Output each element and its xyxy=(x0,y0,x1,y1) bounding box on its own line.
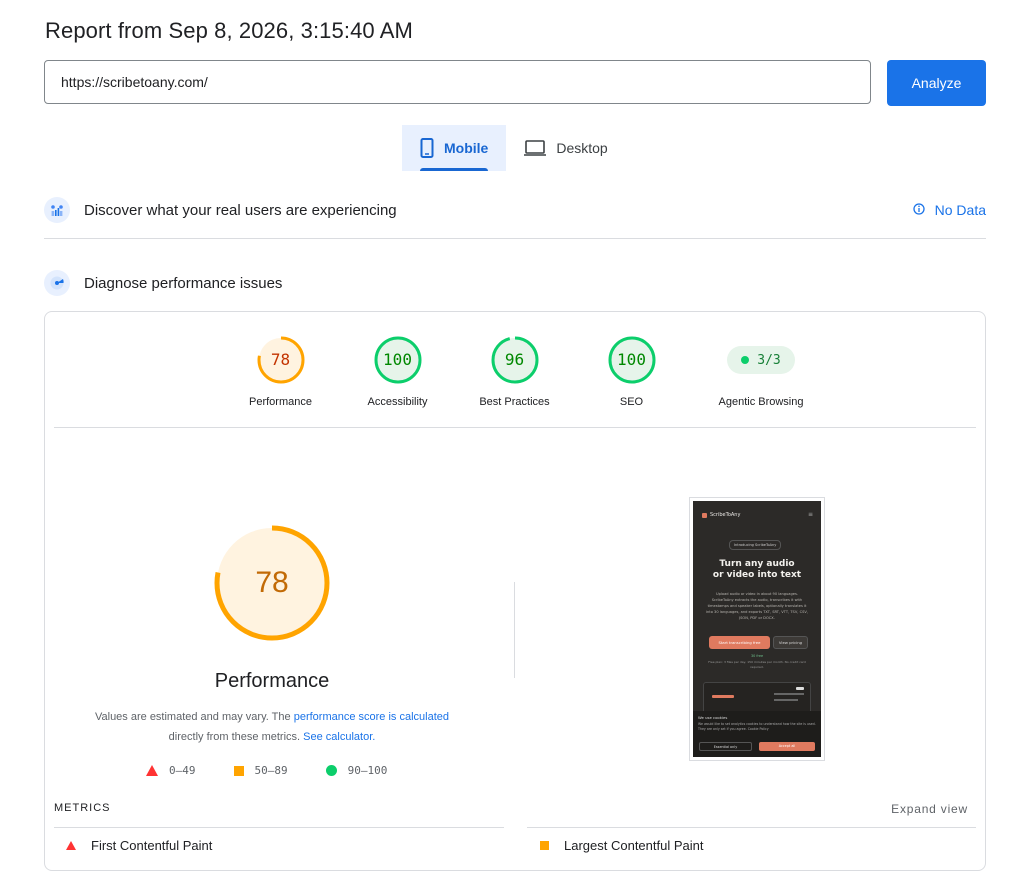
brand-logo-icon xyxy=(702,512,707,518)
screenshot-plan-note: Free plan: 3 files per day, 150 minutes … xyxy=(708,660,806,669)
no-data-link[interactable]: No Data xyxy=(912,202,986,218)
section-divider xyxy=(44,238,986,239)
diagnose-section: Diagnose performance issues xyxy=(44,270,986,296)
performance-score: 78 xyxy=(270,350,291,369)
agentic-value: 3/3 xyxy=(757,352,781,368)
performance-description: Values are estimated and may vary. The p… xyxy=(92,707,452,747)
fail-triangle-icon xyxy=(66,841,76,850)
info-icon xyxy=(912,202,925,218)
performance-score-large: 78 xyxy=(255,566,289,599)
tab-mobile[interactable]: Mobile xyxy=(402,125,507,171)
average-square-icon xyxy=(233,765,244,776)
metrics-divider-left xyxy=(54,827,504,828)
screenshot-chip: Introducing ScribeToAny xyxy=(729,540,782,550)
tab-desktop-label: Desktop xyxy=(556,140,608,156)
seo-label: SEO xyxy=(619,396,644,408)
legend-fail-range: 0–49 xyxy=(169,764,196,777)
screenshot-body: Upload audio or video in about 90 langua… xyxy=(706,592,808,620)
tab-mobile-label: Mobile xyxy=(444,140,489,156)
laptop-icon xyxy=(524,140,547,156)
performance-score-link[interactable]: performance score is calculated xyxy=(294,711,449,723)
cookie-title: We use cookies xyxy=(698,715,728,720)
gauge-agentic-browsing[interactable]: 3/3 Agentic Browsing xyxy=(696,336,826,408)
best-practices-label: Best Practices xyxy=(479,396,550,408)
expand-view-button[interactable]: Expand view xyxy=(891,802,968,816)
screenshot-free-note: 30 free xyxy=(750,654,764,658)
metric-lcp: Largest Contentful Paint xyxy=(540,838,703,853)
metrics-label: METRICS xyxy=(54,802,111,814)
report-title: Report from Sep 8, 2026, 3:15:40 AM xyxy=(45,18,413,43)
legend-average-range: 50–89 xyxy=(254,764,288,777)
legend-fail: 0–49 xyxy=(146,764,196,777)
metric-fcp-label: First Contentful Paint xyxy=(91,838,213,853)
score-legend: 0–49 50–89 90–100 xyxy=(146,764,425,777)
users-chart-icon xyxy=(44,197,70,223)
fail-triangle-icon xyxy=(146,765,158,776)
legend-pass: 90–100 xyxy=(325,764,388,777)
screenshot-cta-primary: Start transcribing free xyxy=(709,636,770,649)
no-data-label: No Data xyxy=(934,202,986,218)
gauge-performance[interactable]: 78 Performance xyxy=(222,336,339,408)
analyze-button[interactable]: Analyze xyxy=(887,60,986,106)
legend-average: 50–89 xyxy=(233,764,288,777)
agentic-badge: 3/3 xyxy=(727,346,795,374)
average-square-icon xyxy=(540,841,549,850)
see-calculator-link[interactable]: See calculator. xyxy=(303,731,375,743)
screenshot-headline-1: Turn any audio xyxy=(719,559,795,569)
crux-section: Discover what your real users are experi… xyxy=(44,197,986,223)
gauge-best-practices[interactable]: 96 Best Practices xyxy=(456,336,573,408)
card-divider xyxy=(54,427,976,428)
pass-dot-icon xyxy=(741,356,750,364)
seo-score: 100 xyxy=(617,350,646,369)
pass-circle-icon xyxy=(325,765,337,776)
screenshot-cookie-banner: We use cookies We would like to set anal… xyxy=(693,711,821,757)
best-practices-score: 96 xyxy=(504,350,525,369)
screenshot-headline-2: or video into text xyxy=(712,570,802,580)
screenshot-brand: ScribeToAny xyxy=(702,512,740,518)
gauge-seo[interactable]: 100 SEO xyxy=(573,336,690,408)
agentic-label: Agentic Browsing xyxy=(718,396,804,408)
screenshot-app-preview xyxy=(703,682,811,714)
screenshot-headline: Turn any audio or video into text xyxy=(693,559,821,581)
screenshot-screen: ScribeToAny ≡ Introducing ScribeToAny Tu… xyxy=(693,501,821,757)
cookie-text: We would like to set analytics cookies t… xyxy=(698,722,816,731)
final-screenshot[interactable]: ScribeToAny ≡ Introducing ScribeToAny Tu… xyxy=(689,497,825,761)
gauge-accessibility[interactable]: 100 Accessibility xyxy=(339,336,456,408)
cookie-essential-button: Essential only xyxy=(699,742,752,751)
accessibility-label: Accessibility xyxy=(367,396,428,408)
performance-label: Performance xyxy=(249,396,312,408)
phone-icon xyxy=(420,138,434,158)
cookie-accept-button: Accept all xyxy=(759,742,815,751)
desc-text-2: directly from these metrics. xyxy=(168,731,304,743)
performance-gauge-large: 78 xyxy=(213,524,331,642)
lighthouse-icon xyxy=(44,270,70,296)
category-gauges: 78 Performance 100 Accessibility 96 Best… xyxy=(222,336,826,408)
metrics-divider-right xyxy=(527,827,976,828)
tab-desktop[interactable]: Desktop xyxy=(506,125,625,171)
crux-title: Discover what your real users are experi… xyxy=(84,201,397,219)
device-tabs: Mobile Desktop xyxy=(402,125,626,173)
url-input[interactable] xyxy=(44,60,871,104)
performance-title: Performance xyxy=(214,670,330,692)
menu-icon: ≡ xyxy=(807,511,813,518)
legend-pass-range: 90–100 xyxy=(347,764,388,777)
accessibility-score: 100 xyxy=(383,350,412,369)
metric-lcp-label: Largest Contentful Paint xyxy=(564,838,704,853)
desc-text-1: Values are estimated and may vary. The xyxy=(94,711,294,723)
screenshot-brand-name: ScribeToAny xyxy=(710,512,741,518)
screenshot-cta-secondary: View pricing xyxy=(773,636,808,649)
diagnose-title: Diagnose performance issues xyxy=(84,274,283,292)
metric-fcp: First Contentful Paint xyxy=(66,838,212,853)
vertical-separator xyxy=(514,582,515,678)
